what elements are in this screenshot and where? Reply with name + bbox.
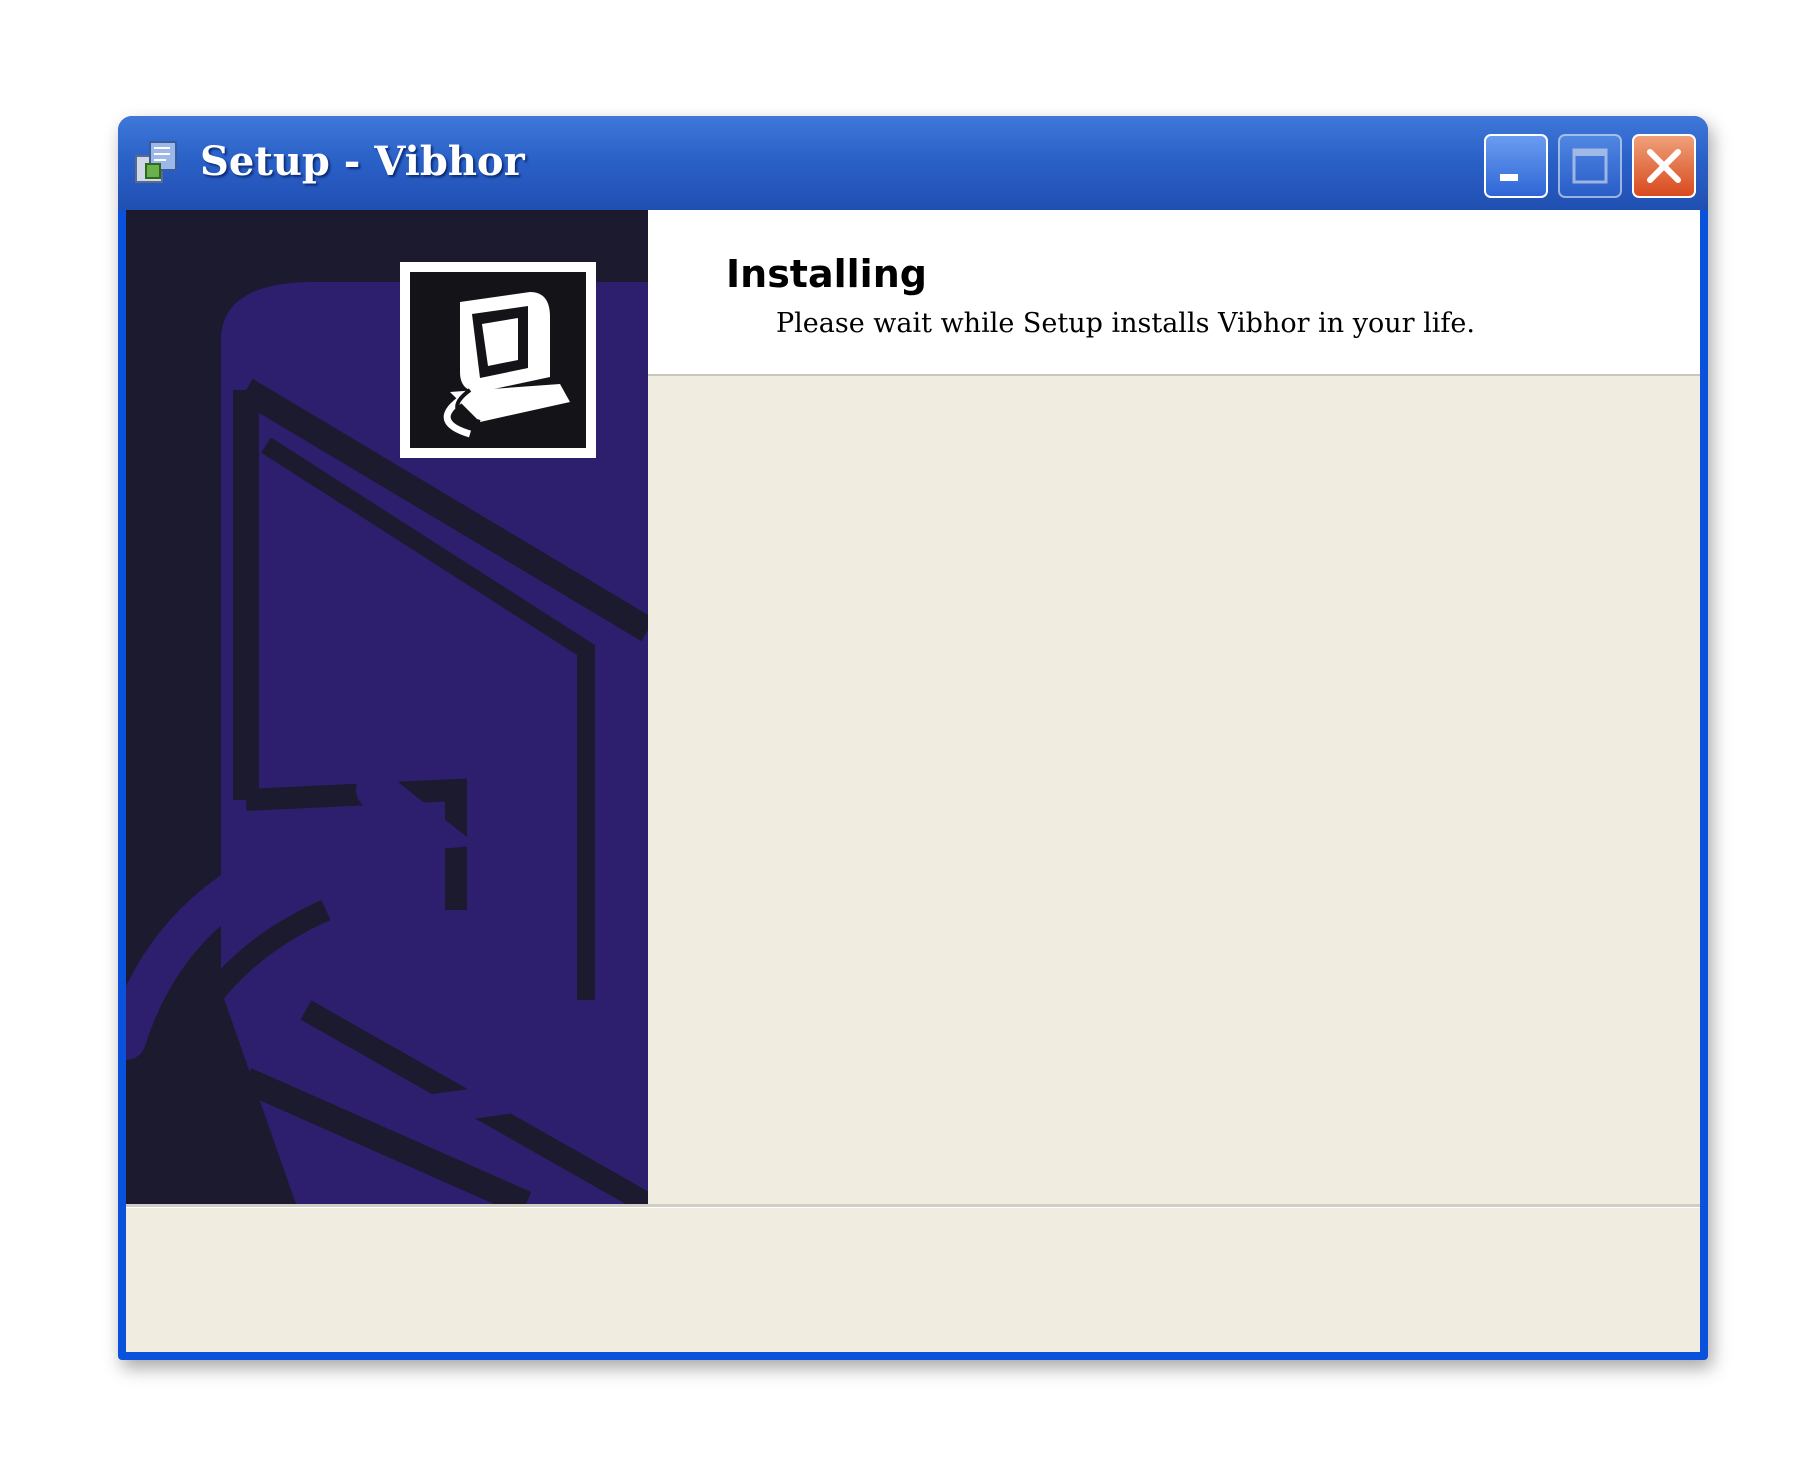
page-title: Installing: [726, 252, 927, 296]
wizard-footer: [126, 1208, 1700, 1352]
page-subtitle: Please wait while Setup installs Vibhor …: [776, 308, 1475, 339]
minimize-button[interactable]: [1484, 134, 1548, 198]
title-bar[interactable]: Setup - Vibhor: [118, 116, 1708, 210]
wizard-header: Installing Please wait while Setup insta…: [648, 210, 1700, 376]
computer-install-logo: [400, 262, 596, 458]
setup-window: Setup - Vibhor Installing Please wait wh…: [118, 116, 1708, 1360]
maximize-button[interactable]: [1558, 134, 1622, 198]
wizard-sidebar-image: [126, 210, 648, 1204]
wizard-client-area: Installing Please wait while Setup insta…: [126, 210, 1700, 1352]
minimize-icon: [1500, 174, 1518, 181]
maximize-icon: [1572, 148, 1608, 184]
wizard-content: [648, 376, 1700, 1204]
close-button[interactable]: [1632, 134, 1696, 198]
computer-install-icon: [443, 292, 570, 438]
setup-installer-icon: [135, 141, 177, 183]
window-title: Setup - Vibhor: [200, 138, 525, 185]
close-icon: [1647, 149, 1681, 183]
